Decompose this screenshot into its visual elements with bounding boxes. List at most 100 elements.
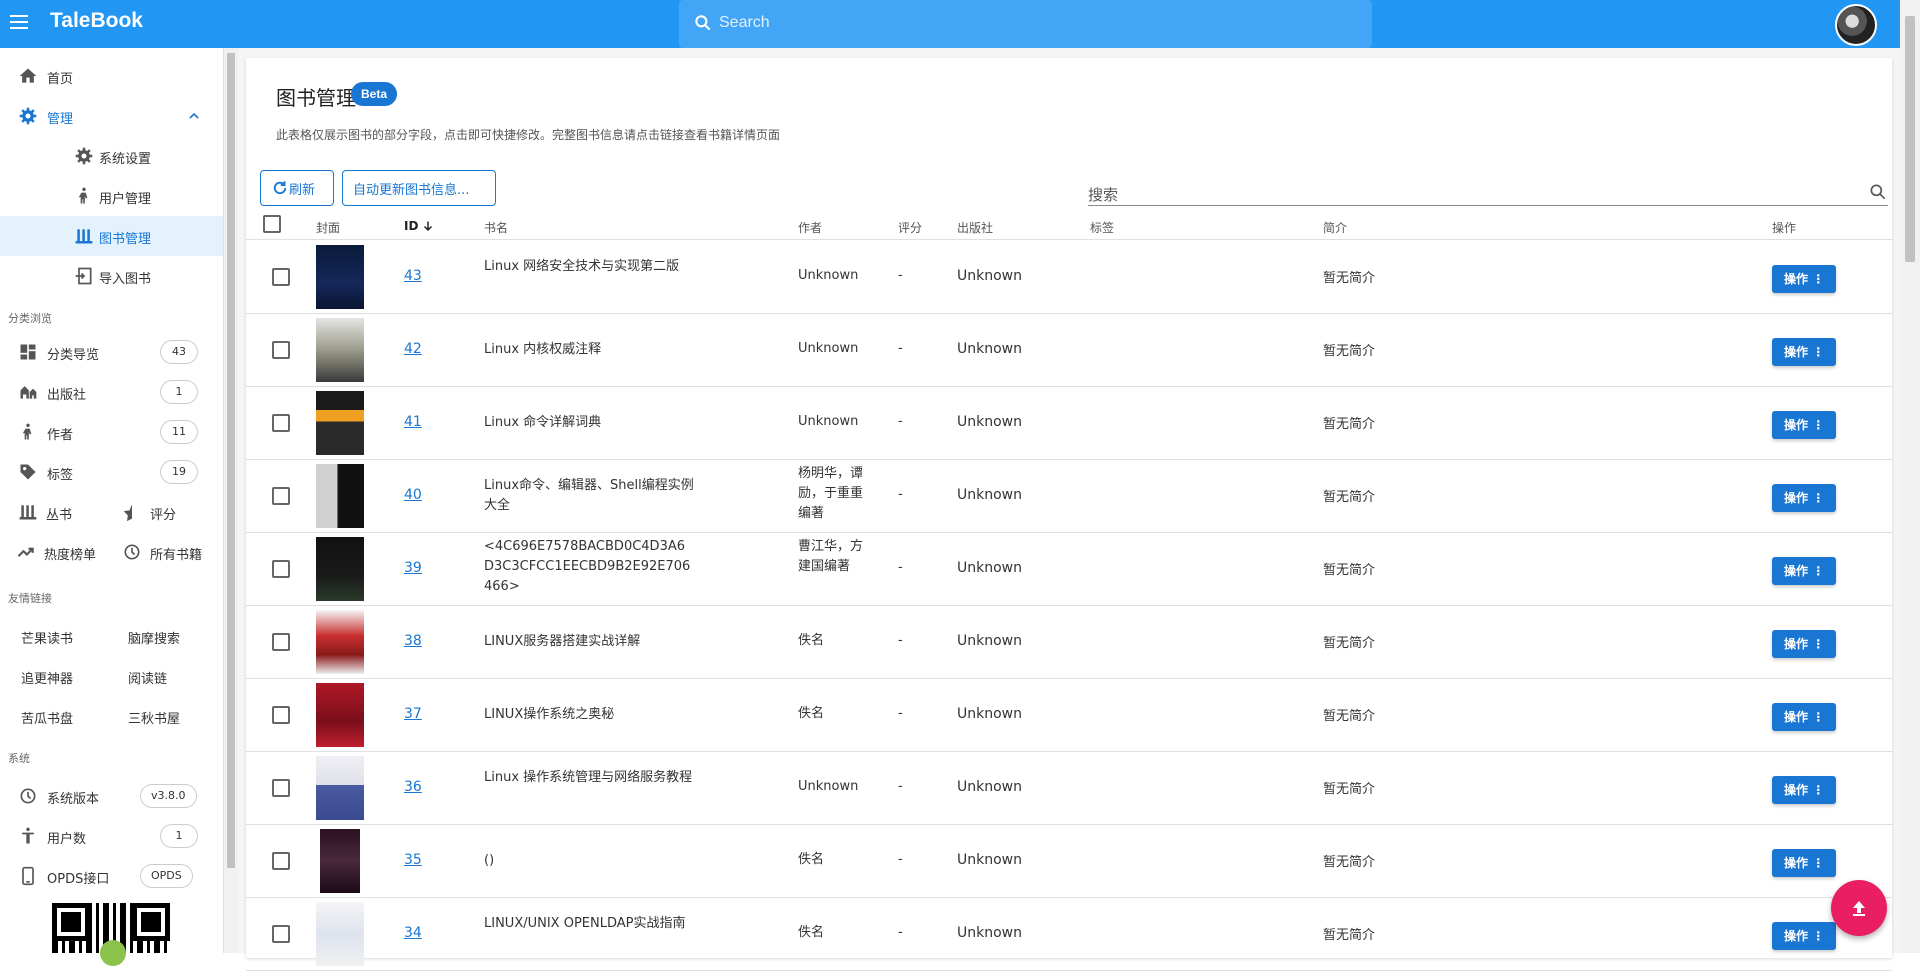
book-cover[interactable] xyxy=(320,829,360,893)
select-all-checkbox[interactable] xyxy=(263,215,281,233)
sidebar-item-version[interactable]: 系统版本 v3.8.0 xyxy=(0,776,223,816)
book-rating[interactable]: - xyxy=(898,852,903,867)
book-rating[interactable]: - xyxy=(898,560,903,575)
book-publisher[interactable]: Unknown xyxy=(957,706,1022,722)
book-id-link[interactable]: 36 xyxy=(404,779,422,795)
book-summary[interactable]: 暂无简介 xyxy=(1323,924,1375,943)
book-publisher[interactable]: Unknown xyxy=(957,925,1022,941)
book-author[interactable]: 佚名 xyxy=(798,923,868,943)
book-summary[interactable]: 暂无简介 xyxy=(1323,705,1375,724)
sidebar-item-publishers[interactable]: 出版社 1 xyxy=(0,372,223,412)
book-rating[interactable]: - xyxy=(898,414,903,429)
book-author[interactable]: 佚名 xyxy=(798,704,868,724)
book-cover[interactable] xyxy=(316,318,364,382)
row-checkbox[interactable] xyxy=(272,706,290,724)
book-cover[interactable] xyxy=(316,537,364,601)
book-author[interactable]: 曹江华，方建国编著 xyxy=(798,537,868,577)
global-search-input[interactable]: Search xyxy=(679,0,1372,48)
row-checkbox[interactable] xyxy=(272,633,290,651)
row-checkbox[interactable] xyxy=(272,560,290,578)
book-rating[interactable]: - xyxy=(898,341,903,356)
row-action-button[interactable]: 操作 ⋮ xyxy=(1772,849,1837,877)
book-author[interactable]: Unknown xyxy=(798,266,868,286)
book-id-link[interactable]: 42 xyxy=(404,341,422,357)
col-header-title[interactable]: 书名 xyxy=(484,219,508,236)
col-header-author[interactable]: 作者 xyxy=(798,219,822,236)
book-publisher[interactable]: Unknown xyxy=(957,487,1022,503)
book-summary[interactable]: 暂无简介 xyxy=(1323,267,1375,286)
book-title[interactable]: Linux 命令详解词典 xyxy=(484,413,694,433)
book-publisher[interactable]: Unknown xyxy=(957,852,1022,868)
friend-link[interactable]: 追更神器 xyxy=(21,668,73,687)
book-id-link[interactable]: 35 xyxy=(404,852,422,868)
row-action-button[interactable]: 操作 ⋮ xyxy=(1772,703,1837,731)
row-checkbox[interactable] xyxy=(272,341,290,359)
book-id-link[interactable]: 40 xyxy=(404,487,422,503)
book-author[interactable]: Unknown xyxy=(798,412,868,432)
book-publisher[interactable]: Unknown xyxy=(957,633,1022,649)
book-id-link[interactable]: 37 xyxy=(404,706,422,722)
book-summary[interactable]: 暂无简介 xyxy=(1323,486,1375,505)
book-title[interactable]: LINUX服务器搭建实战详解 xyxy=(484,632,694,652)
book-title[interactable]: Linux 网络安全技术与实现第二版 xyxy=(484,257,694,277)
sidebar-item-series[interactable]: 丛书 xyxy=(18,492,118,532)
book-rating[interactable]: - xyxy=(898,706,903,721)
book-id-link[interactable]: 34 xyxy=(404,925,422,941)
col-header-summary[interactable]: 简介 xyxy=(1323,219,1347,236)
sidebar-item-categories[interactable]: 分类导览 43 xyxy=(0,332,223,372)
sidebar-item-system-settings[interactable]: 系统设置 xyxy=(0,136,223,176)
row-checkbox[interactable] xyxy=(272,925,290,943)
row-checkbox[interactable] xyxy=(272,487,290,505)
sidebar-item-rating[interactable]: 评分 xyxy=(122,492,222,532)
app-title[interactable]: TaleBook xyxy=(50,9,143,33)
book-summary[interactable]: 暂无简介 xyxy=(1323,632,1375,651)
user-avatar[interactable] xyxy=(1835,4,1877,46)
auto-update-button[interactable]: 自动更新图书信息... xyxy=(342,170,496,206)
friend-link[interactable]: 三秋书屋 xyxy=(128,708,180,727)
row-checkbox[interactable] xyxy=(272,852,290,870)
book-title[interactable]: LINUX/UNIX OPENLDAP实战指南 xyxy=(484,914,694,934)
friend-link[interactable]: 芒果读书 xyxy=(21,628,73,647)
book-cover[interactable] xyxy=(316,464,364,528)
row-action-button[interactable]: 操作 ⋮ xyxy=(1772,338,1837,366)
col-header-id[interactable]: ID xyxy=(404,219,418,233)
book-cover[interactable] xyxy=(316,683,364,747)
row-action-button[interactable]: 操作 ⋮ xyxy=(1772,484,1837,512)
friend-link[interactable]: 脑摩搜索 xyxy=(128,628,180,647)
book-cover[interactable] xyxy=(316,610,364,674)
book-cover[interactable] xyxy=(316,756,364,820)
book-title[interactable]: Linux 操作系统管理与网络服务教程 xyxy=(484,768,694,788)
sidebar-item-opds[interactable]: OPDS接口 OPDS xyxy=(0,856,223,896)
row-action-button[interactable]: 操作 ⋮ xyxy=(1772,776,1837,804)
book-rating[interactable]: - xyxy=(898,268,903,283)
book-publisher[interactable]: Unknown xyxy=(957,341,1022,357)
book-title[interactable]: Linux 内核权威注释 xyxy=(484,340,694,360)
book-id-link[interactable]: 41 xyxy=(404,414,422,430)
row-action-button[interactable]: 操作 ⋮ xyxy=(1772,630,1837,658)
book-rating[interactable]: - xyxy=(898,925,903,940)
sidebar-item-hot[interactable]: 热度榜单 xyxy=(16,532,120,572)
col-header-rating[interactable]: 评分 xyxy=(898,219,922,236)
sidebar-item-user-count[interactable]: 用户数 1 xyxy=(0,816,223,856)
friend-link[interactable]: 阅读链 xyxy=(128,668,167,687)
book-rating[interactable]: - xyxy=(898,633,903,648)
sidebar-item-import-books[interactable]: 导入图书 xyxy=(0,256,223,296)
chevron-up-icon[interactable] xyxy=(186,108,202,124)
book-publisher[interactable]: Unknown xyxy=(957,414,1022,430)
table-search-input[interactable]: 搜索 xyxy=(1088,180,1888,206)
row-action-button[interactable]: 操作 ⋮ xyxy=(1772,411,1837,439)
col-header-tags[interactable]: 标签 xyxy=(1090,219,1114,236)
sidebar-scrollbar[interactable] xyxy=(224,48,238,953)
row-action-button[interactable]: 操作 ⋮ xyxy=(1772,922,1837,950)
row-checkbox[interactable] xyxy=(272,779,290,797)
sidebar-item-authors[interactable]: 作者 11 xyxy=(0,412,223,452)
sidebar-item-user-management[interactable]: 用户管理 xyxy=(0,176,223,216)
refresh-button[interactable]: 刷新 xyxy=(260,170,334,206)
book-author[interactable]: 杨明华，谭励，于重重编著 xyxy=(798,464,868,524)
book-id-link[interactable]: 43 xyxy=(404,268,422,284)
book-cover[interactable] xyxy=(316,391,364,455)
search-icon[interactable] xyxy=(1868,182,1888,202)
page-scrollbar[interactable] xyxy=(1900,0,1920,953)
book-title[interactable]: () xyxy=(484,851,694,871)
book-cover[interactable] xyxy=(316,902,364,966)
